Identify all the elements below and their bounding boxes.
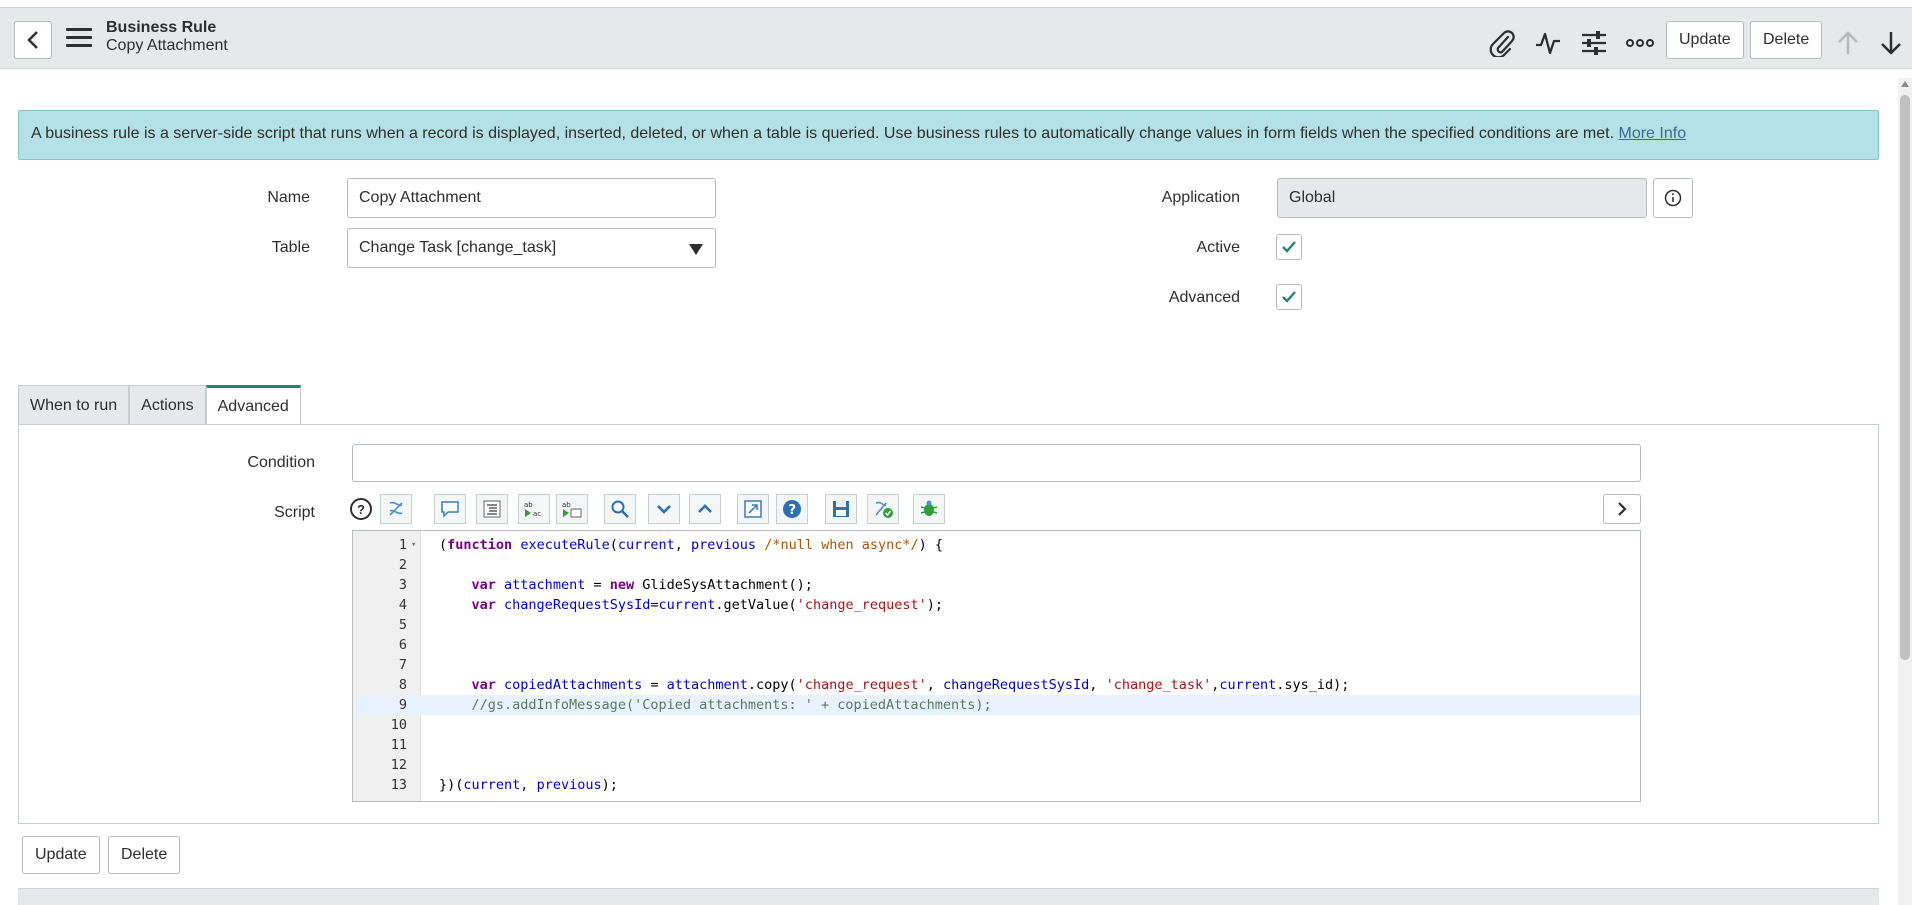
related-lists-bar <box>18 888 1879 905</box>
question-icon[interactable]: ? <box>776 494 808 524</box>
tab-when-to-run[interactable]: When to run <box>18 385 130 425</box>
info-icon <box>1664 189 1682 207</box>
back-button[interactable] <box>14 21 52 59</box>
line-number: 1 <box>398 537 407 553</box>
paperclip-icon[interactable] <box>1487 28 1517 58</box>
code-line: 1 ▾ (function executeRule(current, previo… <box>353 535 1640 555</box>
settings-sliders-icon[interactable] <box>1579 28 1609 58</box>
tab-advanced[interactable]: Advanced <box>205 385 301 426</box>
name-label: Name <box>267 189 310 206</box>
more-icon[interactable] <box>1625 28 1655 58</box>
script-debugger-icon[interactable] <box>867 494 899 524</box>
delete-button[interactable]: Delete <box>108 836 181 874</box>
active-label: Active <box>1196 239 1240 256</box>
line-number: 6 <box>398 637 407 653</box>
svg-text:ab: ab <box>562 501 571 509</box>
name-field[interactable]: Copy Attachment <box>347 178 716 218</box>
chevron-down-icon <box>689 244 703 255</box>
code-line: 5 <box>353 615 1640 635</box>
code-line: 13 })(current, previous); <box>353 775 1640 795</box>
application-info-button[interactable] <box>1653 178 1693 218</box>
condition-input[interactable] <box>352 444 1641 482</box>
comment-icon[interactable] <box>434 494 466 524</box>
arrow-down-icon[interactable] <box>1876 28 1906 58</box>
record-name: Copy Attachment <box>106 37 228 54</box>
help-icon[interactable]: ? <box>350 498 372 520</box>
menu-icon[interactable] <box>66 28 92 50</box>
banner-text: A business rule is a server-side script … <box>31 125 1619 142</box>
save-icon[interactable] <box>825 494 857 524</box>
update-button[interactable]: Update <box>22 836 100 874</box>
code-line: 8 var copiedAttachments = attachment.cop… <box>353 675 1640 695</box>
back-icon <box>27 31 38 49</box>
svg-text:ab: ab <box>524 501 533 509</box>
application-label: Application <box>1161 189 1240 206</box>
script-includes-icon[interactable] <box>737 494 769 524</box>
code-line-active: 9 //gs.addInfoMessage('Copied attachment… <box>353 695 1640 715</box>
find-previous-icon[interactable] <box>689 494 721 524</box>
code-line: 6 <box>353 635 1640 655</box>
table-select-value: Change Task [change_task] <box>359 239 557 256</box>
header-update-button[interactable]: Update <box>1666 21 1744 59</box>
chevron-right-icon <box>1618 502 1627 516</box>
advanced-label: Advanced <box>1168 289 1240 306</box>
line-number: 11 <box>390 737 407 753</box>
header-delete-button[interactable]: Delete <box>1750 21 1823 59</box>
arrow-up-icon[interactable] <box>1833 28 1863 58</box>
application-field: Global <box>1277 178 1647 218</box>
condition-label: Condition <box>247 454 315 471</box>
line-number: 4 <box>398 597 407 613</box>
svg-text:?: ? <box>789 503 797 518</box>
toggle-syntax-icon[interactable] <box>380 494 412 524</box>
line-number: 2 <box>398 557 407 573</box>
more-info-link[interactable]: More Info <box>1619 125 1687 142</box>
line-number: 13 <box>390 777 407 793</box>
page-title: Business Rule <box>106 19 217 36</box>
table-label: Table <box>271 239 310 256</box>
table-select[interactable]: Change Task [change_task] <box>347 228 716 268</box>
svg-text:ac: ac <box>533 510 541 518</box>
vertical-scrollbar[interactable] <box>1898 78 1912 905</box>
line-number: 8 <box>398 677 407 693</box>
line-number: 5 <box>398 617 407 633</box>
search-icon[interactable] <box>604 494 636 524</box>
section-tabs: When to run Actions Advanced <box>18 385 301 426</box>
code-line: 2 <box>353 555 1640 575</box>
advanced-checkbox[interactable] <box>1276 284 1302 310</box>
code-line: 4 var changeRequestSysId=current.getValu… <box>353 595 1640 615</box>
line-number: 7 <box>398 657 407 673</box>
tab-actions[interactable]: Actions <box>129 385 206 425</box>
fold-arrow-icon[interactable]: ▾ <box>411 535 416 555</box>
format-code-icon[interactable] <box>476 494 508 524</box>
line-number: 3 <box>398 577 407 593</box>
code-line: 7 <box>353 655 1640 675</box>
find-next-icon[interactable] <box>648 494 680 524</box>
replace-icon[interactable]: ab ac <box>518 494 550 524</box>
form-header: Business Rule Copy Attachment Update Del… <box>0 7 1912 69</box>
code-line: 3 var attachment = new GlideSysAttachmen… <box>353 575 1640 595</box>
script-editor[interactable]: 1 ▾ (function executeRule(current, previo… <box>352 530 1641 802</box>
activity-icon[interactable] <box>1533 28 1563 58</box>
debug-icon[interactable] <box>913 494 945 524</box>
checkmark-icon <box>1282 291 1296 303</box>
info-banner: A business rule is a server-side script … <box>18 110 1879 160</box>
code-line: 11 <box>353 735 1640 755</box>
checkmark-icon <box>1282 241 1296 253</box>
code-line: 10 <box>353 715 1640 735</box>
active-checkbox[interactable] <box>1276 234 1302 260</box>
script-label: Script <box>274 504 315 521</box>
line-number: 10 <box>390 717 407 733</box>
scrollbar-thumb[interactable] <box>1900 95 1910 660</box>
replace-all-icon[interactable]: ab <box>556 494 588 524</box>
expand-editor-button[interactable] <box>1603 494 1641 524</box>
code-line: 12 <box>353 755 1640 775</box>
line-number: 9 <box>398 697 407 713</box>
line-number: 12 <box>390 757 407 773</box>
